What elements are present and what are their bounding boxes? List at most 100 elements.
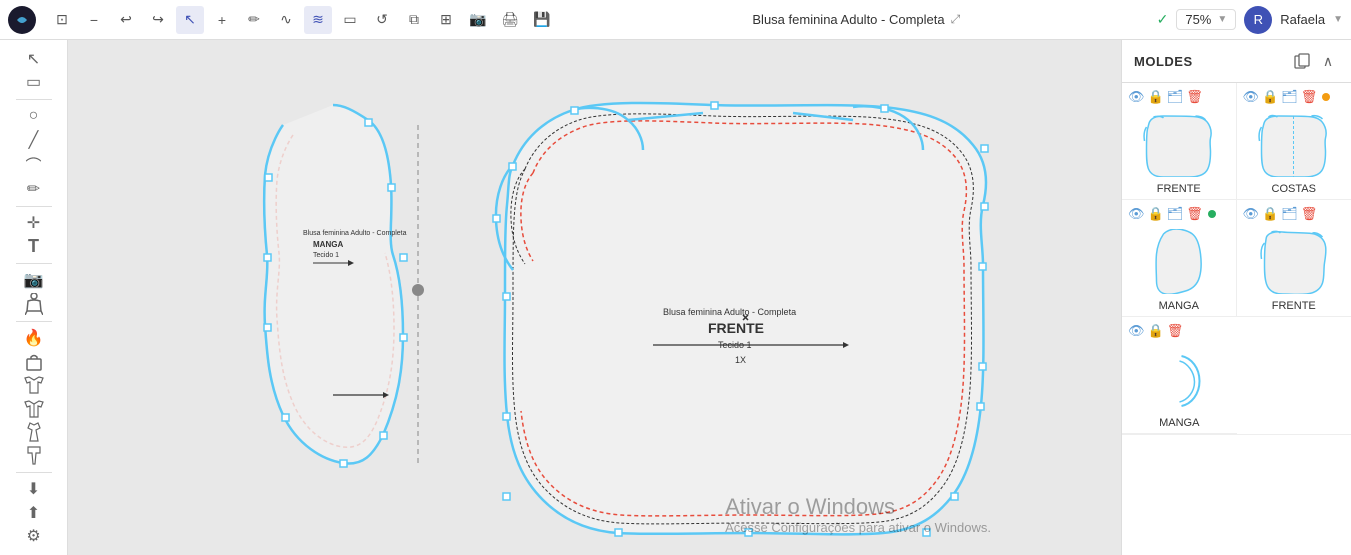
app-logo [8, 6, 36, 34]
settings-button[interactable]: ⚙ [14, 525, 54, 546]
molde-frente-1-icons: 👁 🔒 🗂 🗑 [1128, 89, 1230, 105]
upload-button[interactable]: ⬆ [14, 502, 54, 523]
pen-button[interactable]: ✏ [240, 6, 268, 34]
zoom-out-button[interactable]: − [80, 6, 108, 34]
canvas-area[interactable]: Blusa feminina Adulto - Completa MANGA T… [68, 40, 1121, 555]
shirt1-button[interactable] [14, 374, 54, 395]
dress-button[interactable] [14, 421, 54, 442]
toolbar-right: ✓ 75% ▼ R Rafaela ▼ [1157, 6, 1343, 34]
panel-title: MOLDES [1134, 54, 1193, 69]
zoom-control[interactable]: 75% ▼ [1176, 9, 1236, 30]
lock-icon-2[interactable]: 🔒 [1262, 89, 1278, 105]
panel-header: MOLDES ∧ [1122, 40, 1351, 83]
molde-manga-thumbnail [1128, 226, 1230, 296]
download-button[interactable]: ⬇ [14, 479, 54, 500]
layers-button[interactable]: ⊞ [432, 6, 460, 34]
camera-button[interactable]: 📷 [464, 6, 492, 34]
fire-button[interactable]: 🔥 [14, 328, 54, 349]
sidebar-divider-1 [16, 99, 52, 100]
lock-icon-4[interactable]: 🔒 [1262, 206, 1278, 222]
svg-text:Tecido 1: Tecido 1 [313, 252, 339, 259]
top-toolbar: ⊡ − ↩ ↪ ↖ + ✏ ∿ ≋ ▭ ↺ ⧉ ⊞ 📷 🖨 💾 Blusa fe… [0, 0, 1351, 40]
molde-manga-2-thumbnail [1128, 343, 1231, 413]
eye-icon-3[interactable]: 👁 [1128, 206, 1145, 222]
title-text: Blusa feminina Adulto - Completa [752, 12, 944, 27]
line-tool-button[interactable]: ╱ [14, 129, 54, 150]
pencil-tool-button[interactable]: ✏ [14, 178, 54, 199]
molde-costas-thumbnail [1243, 109, 1346, 179]
molde-grid: 👁 🔒 🗂 🗑 FRENTE [1122, 83, 1351, 317]
sleeve-pattern-piece: Blusa feminina Adulto - Completa MANGA T… [253, 95, 433, 480]
pants-button[interactable] [14, 445, 54, 466]
front-pattern-piece: Blusa feminina Adulto - Completa FRENTE … [463, 85, 1033, 550]
delete-icon-5[interactable]: 🗑 [1167, 323, 1184, 339]
copy-icon-2[interactable]: 🗂 [1281, 89, 1298, 105]
camera-tool-button[interactable]: 📷 [14, 270, 54, 291]
panel-header-icons: ∧ [1291, 50, 1339, 72]
molde-frente-2-icons: 👁 🔒 🗂 🗑 [1243, 206, 1346, 222]
eye-icon-1[interactable]: 👁 [1128, 89, 1145, 105]
eye-icon-4[interactable]: 👁 [1243, 206, 1260, 222]
eye-icon-2[interactable]: 👁 [1243, 89, 1260, 105]
print-button[interactable]: 🖨 [496, 6, 524, 34]
molde-manga-2-icons: 👁 🔒 🗑 [1128, 323, 1231, 339]
circle-tool-button[interactable]: ○ [14, 105, 54, 126]
zoom-fit-button[interactable]: ⊡ [48, 6, 76, 34]
status-dot-3 [1208, 210, 1216, 218]
delete-icon-4[interactable]: 🗑 [1301, 206, 1318, 222]
select-tool-button[interactable]: ↖ [14, 48, 54, 69]
right-panel: MOLDES ∧ 👁 🔒 🗂 [1121, 40, 1351, 555]
lock-icon-5[interactable]: 🔒 [1148, 323, 1164, 339]
eye-icon-5[interactable]: 👁 [1128, 323, 1145, 339]
molde-manga-2: 👁 🔒 🗑 MANGA [1122, 317, 1237, 434]
lock-icon-3[interactable]: 🔒 [1148, 206, 1164, 222]
activate-windows-notice: Ativar o Windows Acesse Configurações pa… [725, 494, 991, 535]
panel-scroll[interactable]: 👁 🔒 🗂 🗑 FRENTE [1122, 83, 1351, 555]
delete-icon-3[interactable]: 🗑 [1186, 206, 1203, 222]
user-avatar: R [1244, 6, 1272, 34]
refresh-button[interactable]: ↺ [368, 6, 396, 34]
redo-button[interactable]: ↪ [144, 6, 172, 34]
copy-button[interactable]: ⧉ [400, 6, 428, 34]
user-name: Rafaela [1280, 12, 1325, 27]
sidebar-divider-2 [16, 206, 52, 207]
shirt2-button[interactable] [14, 398, 54, 419]
molde-frente-2: 👁 🔒 🗂 🗑 FRENTE [1237, 200, 1351, 317]
undo-button[interactable]: ↩ [112, 6, 140, 34]
molde-manga-2-label: MANGA [1128, 417, 1231, 429]
square-select-button[interactable]: ▭ [14, 71, 54, 92]
add-molde-button[interactable] [1291, 50, 1313, 72]
delete-icon-2[interactable]: 🗑 [1301, 89, 1318, 105]
save-button[interactable]: 💾 [528, 6, 556, 34]
collapse-panel-button[interactable]: ∧ [1317, 50, 1339, 72]
delete-icon-1[interactable]: 🗑 [1186, 89, 1203, 105]
copy-icon-3[interactable]: 🗂 [1167, 206, 1184, 222]
curve-tool-button[interactable]: ⌒ [14, 152, 54, 176]
svg-text:MANGA: MANGA [313, 240, 343, 249]
sidebar-divider-3 [16, 263, 52, 264]
mannequin-button[interactable] [14, 293, 54, 315]
molde-costas-icons: 👁 🔒 🗂 🗑 [1243, 89, 1346, 105]
status-dot-2 [1322, 93, 1330, 101]
zigzag-button[interactable]: ≋ [304, 6, 332, 34]
user-dropdown-icon: ▼ [1333, 14, 1343, 25]
cursor-button[interactable]: ↖ [176, 6, 204, 34]
lock-icon-1[interactable]: 🔒 [1148, 89, 1164, 105]
crosshair-button[interactable]: ✛ [14, 212, 54, 233]
molde-costas: 👁 🔒 🗂 🗑 [1237, 83, 1351, 200]
svg-text:Blusa feminina Adulto - Comple: Blusa feminina Adulto - Completa [663, 307, 796, 317]
main-layout: ↖ ▭ ○ ╱ ⌒ ✏ ✛ T 📷 🔥 [0, 40, 1351, 555]
sidebar-divider-4 [16, 321, 52, 322]
curve-button[interactable]: ∿ [272, 6, 300, 34]
svg-text:Blusa feminina Adulto - Comple: Blusa feminina Adulto - Completa [303, 230, 407, 237]
bag-button[interactable] [14, 351, 54, 372]
rectangle-button[interactable]: ▭ [336, 6, 364, 34]
add-button[interactable]: + [208, 6, 236, 34]
copy-icon-1[interactable]: 🗂 [1167, 89, 1184, 105]
molde-manga: 👁 🔒 🗂 🗑 MANGA [1122, 200, 1237, 317]
zoom-dropdown-icon: ▼ [1217, 14, 1227, 25]
copy-icon-4[interactable]: 🗂 [1281, 206, 1298, 222]
molde-frente-1: 👁 🔒 🗂 🗑 FRENTE [1122, 83, 1237, 200]
molde-frente-2-label: FRENTE [1243, 300, 1346, 312]
text-tool-button[interactable]: T [14, 236, 54, 257]
